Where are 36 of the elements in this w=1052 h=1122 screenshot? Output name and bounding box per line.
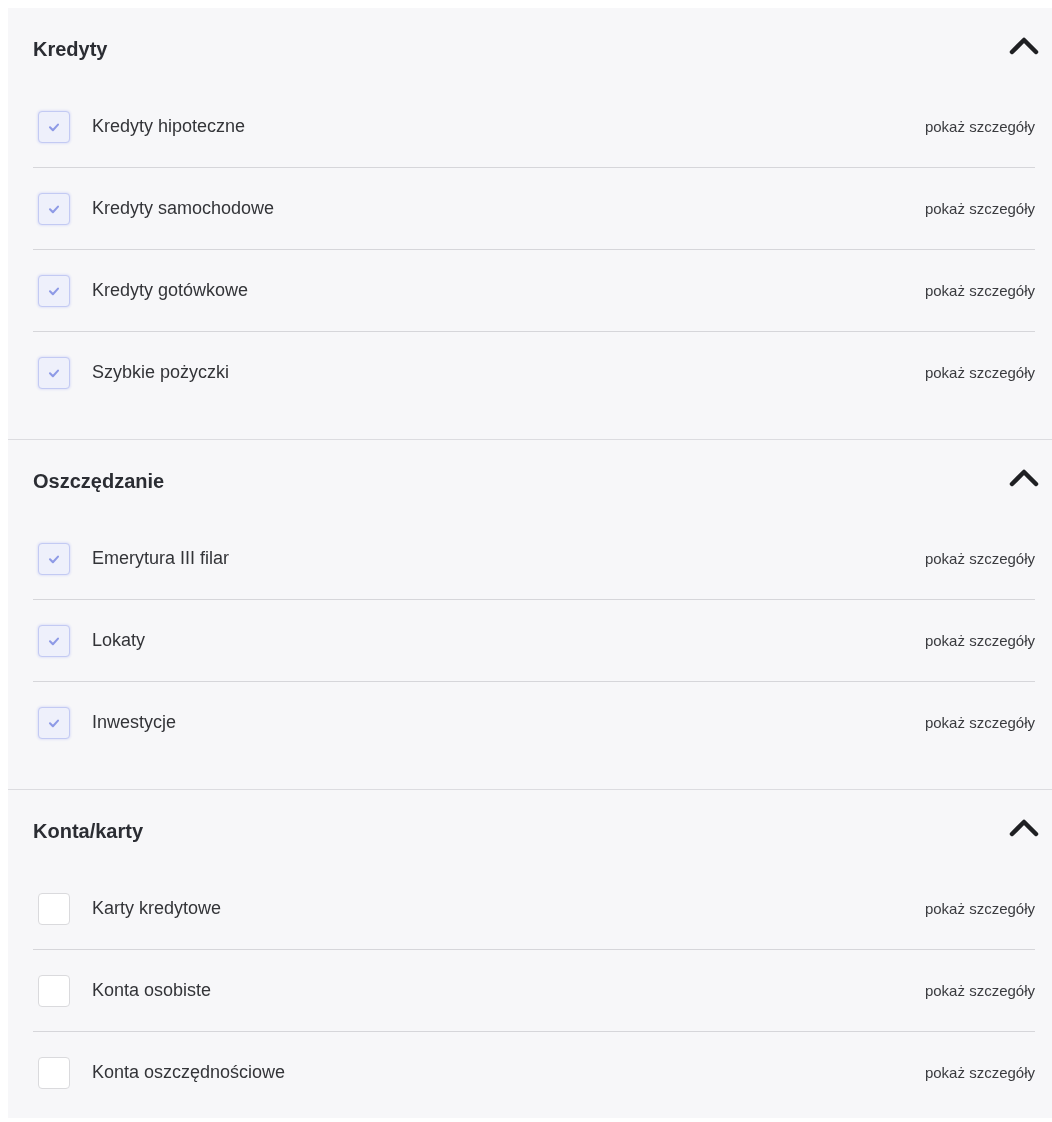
checkbox[interactable] xyxy=(38,110,70,143)
section-title: Kredyty xyxy=(33,37,108,61)
chevron-up-icon[interactable] xyxy=(1009,35,1039,55)
details-link[interactable]: pokaż szczegóły xyxy=(924,550,1035,567)
details-link[interactable]: pokaż szczegóły xyxy=(924,282,1035,299)
item-label: Karty kredytowe xyxy=(92,898,223,919)
chevron-up-icon[interactable] xyxy=(1009,817,1039,837)
checkbox[interactable] xyxy=(38,974,70,1007)
details-link[interactable]: pokaż szczegóły xyxy=(924,900,1035,917)
details-link[interactable]: pokaż szczegóły xyxy=(924,714,1035,731)
section-title: Konta/karty xyxy=(33,819,144,843)
item-label: Konta osobiste xyxy=(92,980,213,1001)
checkbox[interactable] xyxy=(38,706,70,739)
item-label: Inwestycje xyxy=(92,712,178,733)
details-link[interactable]: pokaż szczegóły xyxy=(924,1064,1035,1081)
details-link[interactable]: pokaż szczegóły xyxy=(924,200,1035,217)
checkbox[interactable] xyxy=(38,274,70,307)
section-title: Oszczędzanie xyxy=(33,469,165,493)
details-link[interactable]: pokaż szczegóły xyxy=(924,364,1035,381)
item-label: Kredyty gotówkowe xyxy=(92,280,250,301)
item-label: Emerytura III filar xyxy=(92,548,231,569)
checkbox[interactable] xyxy=(38,624,70,657)
item-label: Konta oszczędnościowe xyxy=(92,1062,287,1083)
details-link[interactable]: pokaż szczegóły xyxy=(924,982,1035,999)
details-link[interactable]: pokaż szczegóły xyxy=(924,118,1035,135)
checkbox[interactable] xyxy=(38,892,70,925)
details-link[interactable]: pokaż szczegóły xyxy=(924,632,1035,649)
chevron-up-icon[interactable] xyxy=(1009,467,1039,487)
checkbox[interactable] xyxy=(38,542,70,575)
item-label: Kredyty samochodowe xyxy=(92,198,276,219)
checkbox[interactable] xyxy=(38,192,70,225)
item-label: Lokaty xyxy=(92,630,147,651)
item-label: Kredyty hipoteczne xyxy=(92,116,247,137)
item-label: Szybkie pożyczki xyxy=(92,362,231,383)
checkbox[interactable] xyxy=(38,356,70,389)
checkbox[interactable] xyxy=(38,1056,70,1089)
